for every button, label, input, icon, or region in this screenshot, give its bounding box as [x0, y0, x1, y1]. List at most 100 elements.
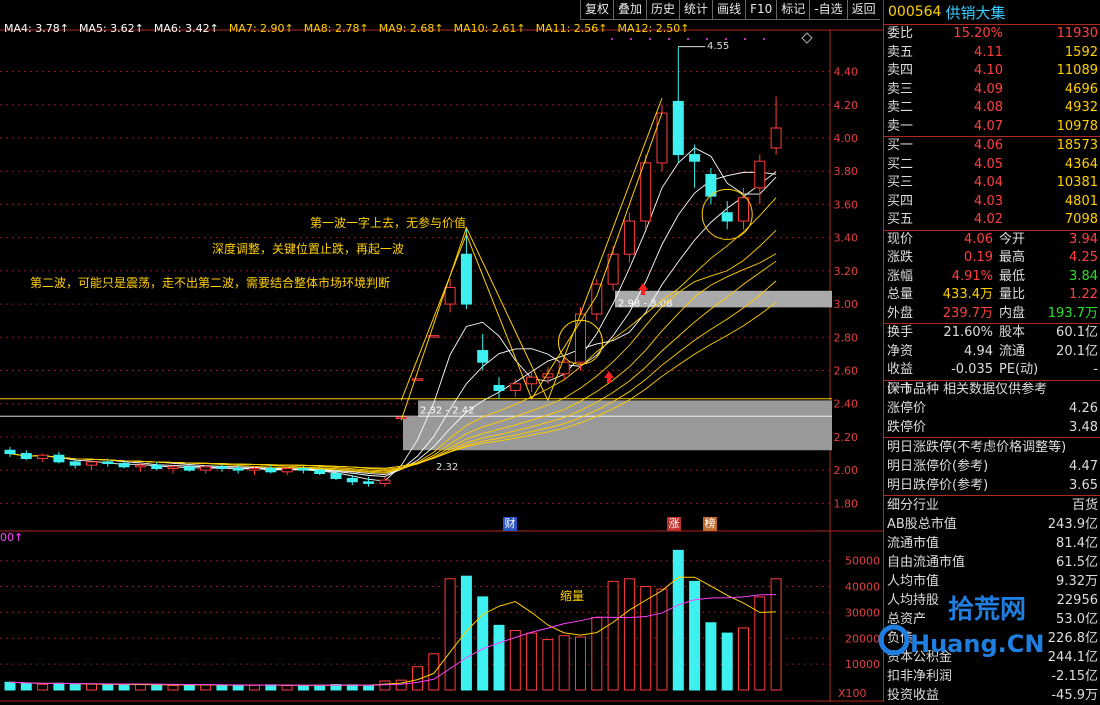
volume-bar: [591, 617, 603, 691]
back-button[interactable]: 返回: [846, 0, 880, 20]
candle-body[interactable]: [37, 454, 49, 460]
volume-unit: X100: [838, 687, 867, 700]
f10-button[interactable]: F10: [745, 0, 777, 20]
candle-body[interactable]: [330, 472, 342, 479]
candle-body[interactable]: [216, 466, 228, 469]
candle-body[interactable]: [167, 466, 179, 469]
candle-body[interactable]: [591, 283, 603, 315]
stock-code: 000564: [888, 4, 942, 20]
candle-body[interactable]: [460, 253, 472, 305]
quote-row: 总量 433.4万 量比 1.22: [884, 286, 1100, 305]
candle-body[interactable]: [477, 350, 489, 363]
candle-body[interactable]: [232, 467, 244, 471]
candle-body[interactable]: [689, 154, 701, 162]
candle-body[interactable]: [86, 461, 97, 466]
candle-body[interactable]: [623, 220, 635, 255]
candle-body[interactable]: [183, 466, 195, 471]
candle-body[interactable]: [297, 467, 309, 471]
candle-body[interactable]: [265, 467, 277, 473]
volume-tick: 30000: [845, 606, 880, 619]
limit-row: 跌停价 3.48: [884, 418, 1100, 437]
weibi-row: 委比 15.20% 11930: [884, 24, 1100, 44]
volume-bar: [444, 578, 456, 691]
ask-price: 4.10: [974, 63, 1003, 78]
bid-label: 买三: [887, 175, 914, 190]
bid-label: 买四: [887, 193, 914, 209]
bid-volume: 10381: [1056, 175, 1098, 190]
detail-row: 流通市值 81.4亿: [884, 534, 1100, 553]
quote-label: 最高: [999, 250, 1026, 265]
candle-body[interactable]: [509, 383, 521, 391]
quote-value: 4.25: [1069, 250, 1098, 265]
candle-body[interactable]: [656, 112, 668, 164]
volume-bar: [395, 679, 407, 691]
candle-body[interactable]: [53, 454, 65, 463]
overlay-button[interactable]: 叠加: [613, 0, 647, 20]
candle-body[interactable]: [102, 461, 114, 465]
draw-line-button[interactable]: 画线: [712, 0, 746, 20]
history-button[interactable]: 历史: [646, 0, 680, 20]
candle-body[interactable]: [395, 416, 407, 420]
candle-body[interactable]: [314, 469, 326, 474]
candle-body[interactable]: [558, 361, 570, 375]
candle-body[interactable]: [640, 162, 652, 222]
fuquan-button[interactable]: 复权: [580, 0, 614, 20]
stock-name[interactable]: 供销大集: [945, 2, 1005, 23]
candle-body[interactable]: [672, 100, 684, 156]
detail-label: 自由流通市值: [887, 555, 966, 570]
quote-row: 净资 4.94 流通 20.1亿: [884, 343, 1100, 362]
candle-body[interactable]: [118, 463, 130, 468]
candle-body[interactable]: [346, 477, 358, 483]
candle-body[interactable]: [542, 373, 554, 378]
candle-body[interactable]: [69, 461, 81, 466]
limit-row: 明日涨跌停(不考虑价格调整等): [884, 437, 1100, 457]
quote-value: -0.035: [951, 362, 993, 377]
quote-label: 内盘: [999, 305, 1026, 321]
quote-label: 流通: [999, 343, 1026, 359]
watchlist-button[interactable]: -自选: [809, 0, 847, 20]
candle-body[interactable]: [200, 466, 212, 471]
volume-bar: [477, 596, 489, 691]
candle-body[interactable]: [281, 467, 293, 473]
candle-body[interactable]: [721, 212, 733, 222]
ask-row: 卖二 4.08 4932: [884, 99, 1100, 118]
limit-up-sign[interactable]: 涨: [667, 517, 681, 531]
volume-bar: [53, 682, 65, 691]
price-tick: 2.20: [834, 431, 859, 444]
ma-legend: MA4: 3.78↑ MA5: 3.62↑ MA6: 3.42↑ MA7: 2.…: [4, 22, 689, 35]
candle-body[interactable]: [738, 197, 749, 222]
candle-body[interactable]: [444, 286, 456, 305]
board-sign[interactable]: 榜: [703, 517, 717, 531]
candle-body[interactable]: [20, 453, 32, 460]
quote-value: 20.1亿: [1056, 343, 1098, 359]
candle-body[interactable]: [770, 127, 782, 149]
ask-label: 卖一: [887, 118, 914, 134]
quote-label: 净资: [887, 343, 914, 359]
quote-value: 4.91%: [951, 268, 993, 284]
kline-chart[interactable]: 2.98 - 3.082.32 - 2.42 第一波一字上去，无参与价值深度调整…: [0, 0, 883, 702]
mark-button[interactable]: 标记: [776, 0, 810, 20]
volume-bar: [721, 632, 733, 691]
diamond-icon[interactable]: [801, 32, 813, 44]
limit-label: 明日跌停价(参考): [887, 478, 989, 493]
candle-body[interactable]: [249, 467, 260, 471]
ask-price: 4.09: [974, 81, 1003, 97]
price-tick: 3.40: [834, 232, 859, 245]
candle-body[interactable]: [412, 378, 423, 381]
finance-sign[interactable]: 财: [503, 517, 517, 531]
candle-body[interactable]: [134, 464, 146, 468]
statistics-button[interactable]: 统计: [679, 0, 713, 20]
ask-volume: 11089: [1056, 63, 1098, 78]
candle-body[interactable]: [493, 384, 505, 391]
candle-body[interactable]: [4, 449, 16, 455]
detail-row: AB股总市值 243.9亿: [884, 515, 1100, 534]
candle-body[interactable]: [754, 160, 766, 189]
candle-body[interactable]: [363, 481, 375, 484]
ask-price: 4.11: [974, 44, 1003, 60]
detail-value: 百货: [1071, 498, 1098, 513]
candle-body[interactable]: [151, 464, 163, 469]
detail-label: 人均市值: [887, 574, 940, 589]
volume-bar: [607, 580, 619, 691]
candle-body[interactable]: [526, 376, 538, 385]
candle-body[interactable]: [379, 479, 391, 484]
